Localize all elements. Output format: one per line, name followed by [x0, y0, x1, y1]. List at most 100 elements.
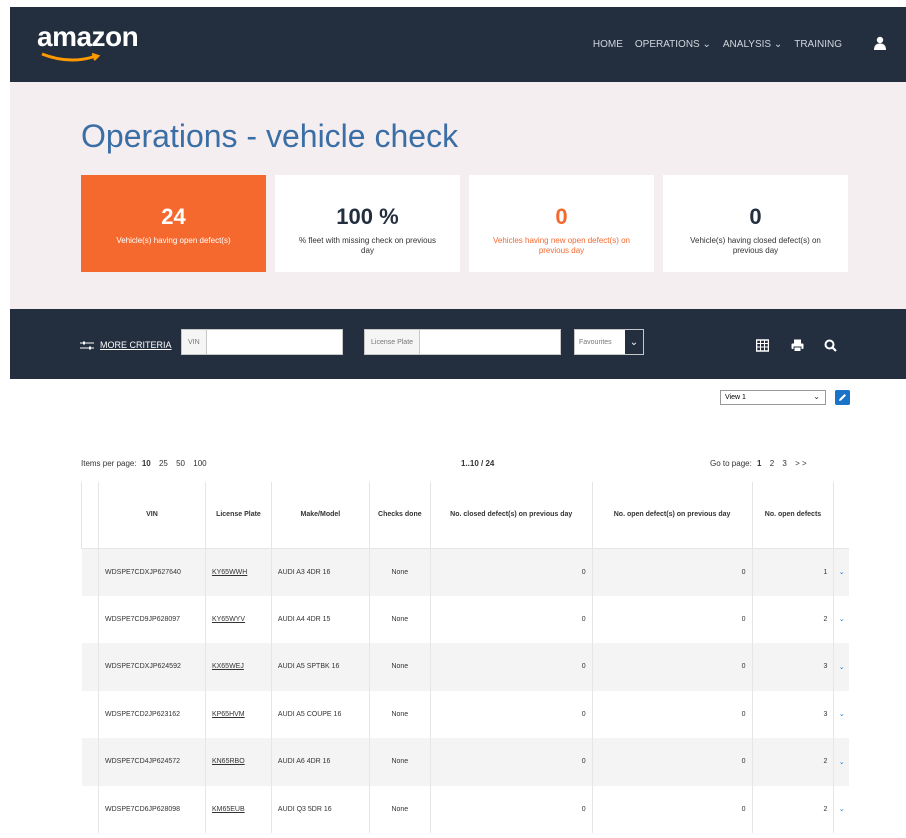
table-header: VIN License Plate Make/Model Checks done… [81, 482, 849, 549]
plate-link[interactable]: KX65WEJ [212, 663, 244, 670]
column-header-open-defects[interactable]: No. open defects [751, 482, 835, 549]
items-per-page: Items per page: 10 25 50 100 [81, 459, 210, 468]
closed-defects-cell: 0 [430, 738, 593, 786]
hero-section: Operations - vehicle check 24 Vehicle(s)… [10, 82, 906, 309]
vin-input[interactable] [206, 330, 342, 354]
kpi-card-open-defects[interactable]: 24 Vehicle(s) having open defect(s) [81, 175, 266, 272]
column-header-checks-done[interactable]: Checks done [368, 482, 431, 549]
vin-cell: WDSPE7CD2JP623162 [98, 690, 206, 738]
plate-cell[interactable]: KY65WYV [205, 595, 272, 643]
open-defects-cell: 2 [752, 785, 835, 833]
nav-training[interactable]: TRAINING [794, 39, 842, 50]
table-row[interactable]: WDSPE7CD9JP628097 KY65WYV AUDI A4 4DR 15… [81, 595, 850, 644]
chevron-down-icon[interactable]: ⌄ [833, 643, 849, 691]
kpi-label: Vehicle(s) having closed defect(s) on pr… [690, 236, 821, 255]
vin-cell: WDSPE7CD6JP628098 [98, 785, 206, 833]
column-header-vin[interactable]: VIN [97, 482, 206, 549]
license-plate-input[interactable] [420, 330, 560, 354]
chevron-down-icon[interactable]: ⌄ [833, 738, 849, 786]
model-cell: AUDI A6 4DR 16 [271, 738, 370, 786]
chevron-down-icon: ⌄ [813, 392, 820, 401]
app-frame: amazon HOME OPERATIONS ⌄ ANALYSIS ⌄ TRAI… [10, 7, 906, 838]
page-navigation: Go to page: 1 2 3 > > [710, 459, 810, 468]
checks-cell: None [369, 595, 431, 643]
filter-bar: MORE CRITERIA VIN License Plate Favourit… [10, 309, 906, 379]
table-row[interactable]: WDSPE7CDXJP624592 KX65WEJ AUDI A5 SPTBK … [81, 643, 849, 691]
user-icon[interactable] [874, 36, 886, 50]
page-size-50[interactable]: 50 [176, 459, 185, 468]
nav-operations[interactable]: OPERATIONS ⌄ [635, 39, 711, 50]
amazon-logo[interactable]: amazon [37, 21, 139, 53]
column-header-open-defects-prev[interactable]: No. open defect(s) on previous day [591, 482, 753, 549]
row-select-cell[interactable] [81, 548, 99, 596]
kpi-card-missing-check[interactable]: 100 % % fleet with missing check on prev… [275, 175, 460, 272]
search-icon[interactable] [824, 339, 837, 352]
favourites-select[interactable]: Favourites ⌄ [574, 329, 644, 355]
view-select-value: View 1 [725, 394, 746, 401]
plate-link[interactable]: KN65RBO [212, 758, 245, 765]
plate-cell[interactable]: KX65WEJ [205, 643, 272, 691]
vehicle-table: VIN License Plate Make/Model Checks done… [81, 482, 849, 833]
column-header-closed-defects[interactable]: No. closed defect(s) on previous day [429, 482, 593, 549]
plate-cell[interactable]: KP65HVM [205, 690, 272, 738]
closed-defects-cell: 0 [430, 785, 593, 833]
top-header: amazon HOME OPERATIONS ⌄ ANALYSIS ⌄ TRAI… [10, 7, 906, 82]
open-defects-cell: 1 [752, 548, 835, 596]
column-header-license-plate[interactable]: License Plate [204, 482, 272, 549]
more-criteria-link[interactable]: MORE CRITERIA [80, 340, 172, 350]
table-row[interactable]: WDSPE7CD2JP623162 KP65HVM AUDI A5 COUPE … [81, 690, 850, 739]
chevron-down-icon[interactable]: ⌄ [833, 548, 849, 596]
plate-link[interactable]: KP65HVM [212, 711, 245, 718]
page-3[interactable]: 3 [782, 459, 786, 468]
chevron-down-icon[interactable]: ⌄ [834, 596, 849, 644]
print-icon[interactable] [791, 339, 804, 352]
view-select[interactable]: View 1 ⌄ [720, 390, 826, 405]
row-select-cell[interactable] [81, 643, 99, 691]
plate-cell[interactable]: KN65RBO [205, 738, 272, 786]
table-row[interactable]: WDSPE7CD6JP628098 KM65EUB AUDI Q3 5DR 16… [81, 785, 850, 834]
open-prev-cell: 0 [592, 595, 753, 643]
main-nav: HOME OPERATIONS ⌄ ANALYSIS ⌄ TRAINING [593, 39, 842, 50]
goto-page-label: Go to page: [710, 459, 752, 468]
checks-cell: None [369, 643, 431, 691]
table-row[interactable]: WDSPE7CD4JP624572 KN65RBO AUDI A6 4DR 16… [81, 738, 849, 786]
page-size-100[interactable]: 100 [193, 459, 206, 468]
page-1[interactable]: 1 [757, 459, 761, 468]
page-title: Operations - vehicle check [81, 118, 459, 154]
nav-analysis[interactable]: ANALYSIS ⌄ [723, 39, 782, 50]
plate-link[interactable]: KM65EUB [212, 806, 245, 813]
row-select-cell[interactable] [81, 595, 99, 643]
open-prev-cell: 0 [592, 785, 753, 833]
page-2[interactable]: 2 [770, 459, 774, 468]
plate-link[interactable]: KY65WWH [212, 569, 247, 576]
kpi-card-new-open-defects[interactable]: 0 Vehicles having new open defect(s) on … [469, 175, 654, 272]
table-row[interactable]: WDSPE7CDXJP627640 KY65WWH AUDI A3 4DR 16… [81, 548, 849, 596]
more-criteria-label: MORE CRITERIA [100, 340, 172, 350]
row-select-cell[interactable] [81, 690, 99, 738]
nav-home[interactable]: HOME [593, 39, 623, 50]
column-header-make-model[interactable]: Make/Model [270, 482, 370, 549]
vin-cell: WDSPE7CDXJP624592 [98, 643, 206, 691]
chevron-down-icon[interactable]: ⌄ [834, 786, 849, 834]
next-page-button[interactable]: > > [795, 459, 807, 468]
open-defects-cell: 2 [752, 738, 835, 786]
vin-field: VIN [181, 329, 343, 355]
closed-defects-cell: 0 [430, 548, 593, 596]
page-size-25[interactable]: 25 [159, 459, 168, 468]
chevron-down-icon[interactable]: ⌄ [834, 691, 849, 739]
row-select-cell[interactable] [81, 785, 99, 833]
closed-defects-cell: 0 [430, 595, 593, 643]
license-plate-prefix: License Plate [365, 330, 421, 354]
row-select-cell[interactable] [81, 738, 99, 786]
plate-cell[interactable]: KY65WWH [205, 548, 272, 596]
edit-view-icon[interactable] [835, 390, 850, 405]
chevron-down-icon: ⌄ [625, 330, 643, 354]
model-cell: AUDI Q3 5DR 16 [271, 785, 370, 833]
grid-icon[interactable] [756, 339, 769, 352]
page-size-10[interactable]: 10 [142, 459, 151, 468]
kpi-card-closed-defects[interactable]: 0 Vehicle(s) having closed defect(s) on … [663, 175, 848, 272]
kpi-label: Vehicle(s) having open defect(s) [116, 236, 231, 245]
open-prev-cell: 0 [592, 643, 753, 691]
plate-link[interactable]: KY65WYV [212, 616, 245, 623]
plate-cell[interactable]: KM65EUB [205, 785, 272, 833]
